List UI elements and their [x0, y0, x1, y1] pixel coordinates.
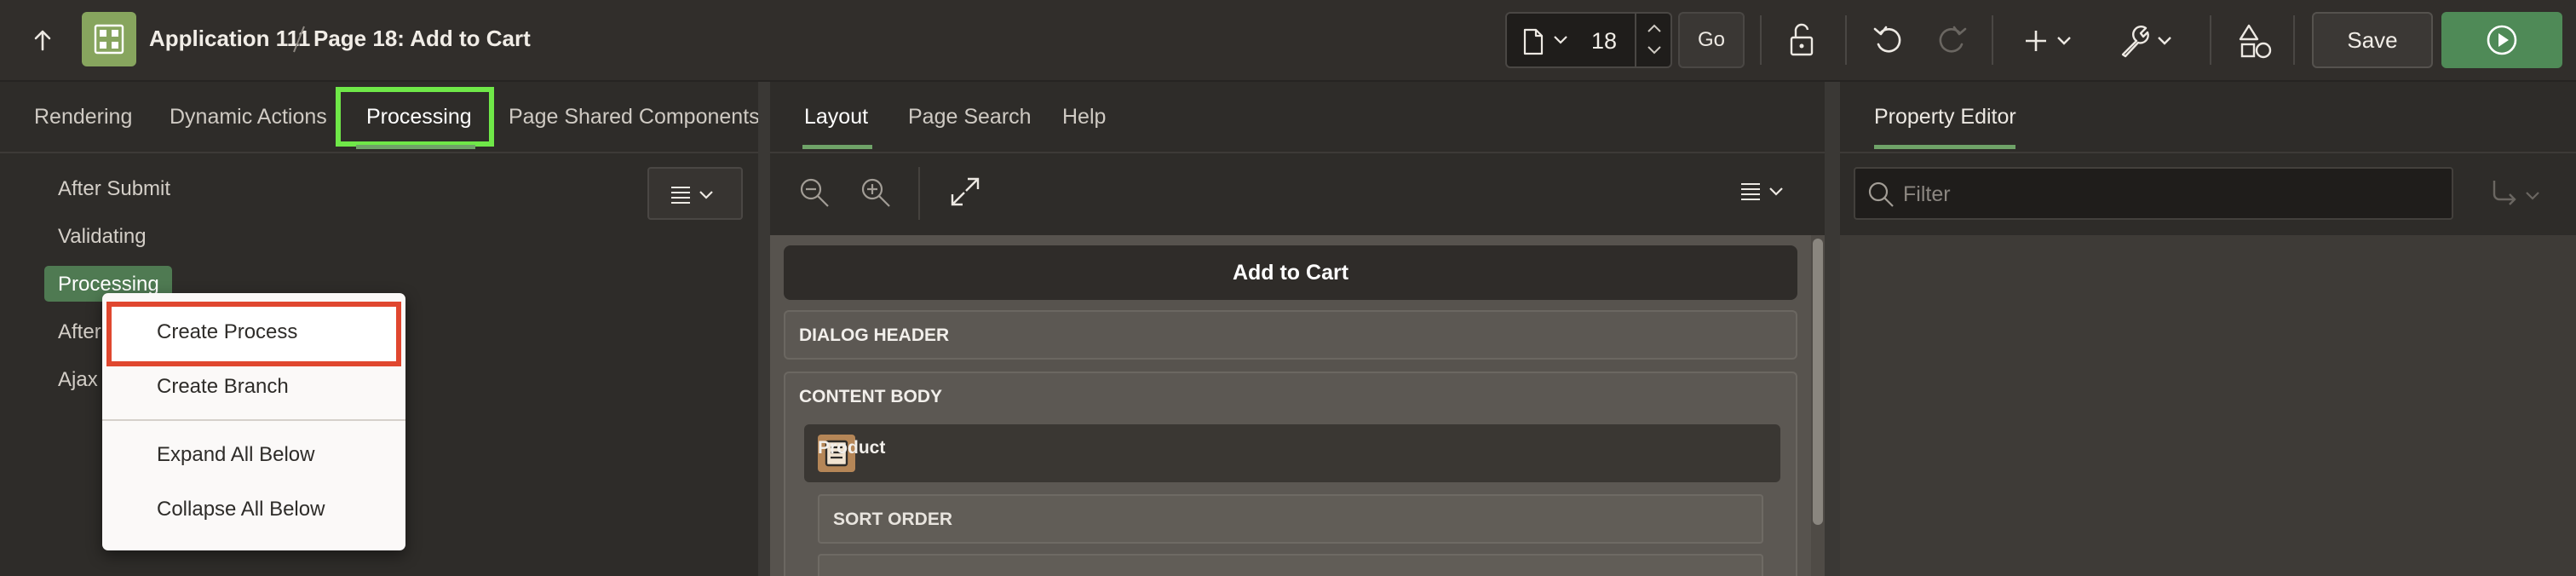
tab-rendering[interactable]: Rendering — [34, 82, 132, 152]
menu-divider — [102, 419, 405, 421]
menu-icon[interactable] — [1739, 181, 1791, 203]
save-button[interactable]: Save — [2312, 12, 2433, 68]
menu-item-create-process[interactable]: Create Process — [157, 320, 297, 344]
tab-page-search[interactable]: Page Search — [908, 82, 1032, 152]
top-toolbar: Application 111 Page 18: Add to Cart 18 … — [0, 0, 2576, 82]
breadcrumb-separator-icon — [291, 23, 307, 55]
page-selector: 18 — [1505, 12, 1672, 68]
goto-icon[interactable] — [2487, 177, 2547, 211]
toolbar-divider — [918, 167, 920, 220]
page-item-label: SORT ORDER — [833, 510, 953, 529]
zoom-out-icon[interactable] — [797, 176, 831, 210]
undo-icon[interactable] — [1871, 22, 1908, 60]
page-stepper — [1635, 14, 1672, 66]
menu-item-create-branch[interactable]: Create Branch — [157, 375, 289, 399]
toolbar-divider — [2210, 15, 2211, 65]
chevron-down-icon[interactable] — [1647, 44, 1662, 56]
region-title: Product — [818, 438, 886, 458]
tab-dynamic-actions[interactable]: Dynamic Actions — [170, 82, 327, 152]
run-button[interactable] — [2441, 12, 2562, 68]
run-icon — [2487, 25, 2517, 55]
app-icon[interactable] — [82, 12, 136, 66]
menu-icon — [671, 187, 713, 204]
active-tab-indicator — [1874, 145, 2015, 149]
tree-node-after-submit[interactable]: After Submit — [58, 177, 170, 201]
property-editor-pane: Property Editor — [1840, 82, 2576, 576]
page-number-input[interactable]: 18 — [1578, 28, 1630, 55]
page-title: Page 18: Add to Cart — [313, 26, 531, 51]
page-icon[interactable] — [1522, 28, 1544, 55]
tab-help[interactable]: Help — [1062, 82, 1106, 152]
toolbar-divider — [1760, 15, 1762, 65]
plus-icon[interactable] — [2026, 22, 2077, 60]
page-item[interactable] — [818, 554, 1763, 576]
tab-page-shared-components[interactable]: Page Shared Components — [509, 82, 760, 152]
toolbar-divider — [1992, 15, 1993, 65]
pane-splitter[interactable] — [1825, 82, 1840, 576]
tree-node-validating[interactable]: Validating — [58, 225, 147, 249]
scrollbar-thumb[interactable] — [1813, 239, 1823, 525]
filter-field — [1854, 167, 2453, 220]
active-tab-indicator — [802, 145, 872, 149]
scrollbar[interactable] — [1811, 235, 1825, 576]
page-layout-title[interactable]: Add to Cart — [784, 245, 1797, 300]
redo-icon[interactable] — [1932, 22, 1969, 60]
app-title-link[interactable]: Application 111 — [149, 26, 310, 52]
pane-splitter[interactable] — [758, 82, 770, 576]
go-button[interactable]: Go — [1678, 12, 1745, 68]
tab-property-editor[interactable]: Property Editor — [1874, 82, 2016, 152]
region-product[interactable]: Product — [804, 424, 1780, 482]
up-arrow-icon[interactable] — [26, 24, 60, 58]
dialog-header-label: DIALOG HEADER — [799, 325, 950, 345]
divider — [770, 152, 1825, 153]
menu-item-expand-all-below[interactable]: Expand All Below — [157, 443, 314, 467]
menu-item-collapse-all-below[interactable]: Collapse All Below — [157, 498, 325, 521]
wrench-icon[interactable] — [2119, 22, 2176, 60]
toolbar-divider — [2293, 15, 2295, 65]
divider — [1840, 152, 2576, 153]
search-icon — [1868, 181, 1894, 207]
zoom-in-icon[interactable] — [859, 176, 893, 210]
tab-layout[interactable]: Layout — [804, 82, 868, 152]
dialog-header-slot[interactable]: DIALOG HEADER — [784, 310, 1797, 360]
toolbar-divider — [1845, 15, 1847, 65]
divider — [0, 152, 758, 153]
tab-processing[interactable]: Processing — [366, 82, 472, 152]
lock-icon[interactable] — [1784, 20, 1823, 60]
layout-pane: Layout Page Search Help Add to Cart DIAL… — [770, 82, 1825, 576]
expand-icon[interactable] — [949, 176, 981, 208]
chevron-up-icon[interactable] — [1647, 22, 1662, 34]
context-menu: Create Process Create Branch Expand All … — [102, 293, 405, 550]
page-item-sort-order[interactable]: SORT ORDER — [818, 494, 1763, 544]
tree-node-ajax-callback[interactable]: Ajax — [58, 368, 98, 392]
content-body-slot[interactable]: CONTENT BODY Product SORT ORDER — [784, 372, 1797, 576]
tree-node-after-processing[interactable]: After — [58, 320, 101, 344]
content-body-label: CONTENT BODY — [799, 387, 942, 406]
layout-canvas: Add to Cart DIALOG HEADER CONTENT BODY P… — [770, 235, 1825, 576]
chevron-down-icon[interactable] — [1553, 34, 1568, 46]
tree-menu-button[interactable] — [647, 167, 743, 220]
property-editor-header: Property Editor — [1840, 82, 2576, 235]
filter-input[interactable] — [1903, 179, 2431, 210]
shared-components-icon[interactable] — [2237, 22, 2274, 60]
